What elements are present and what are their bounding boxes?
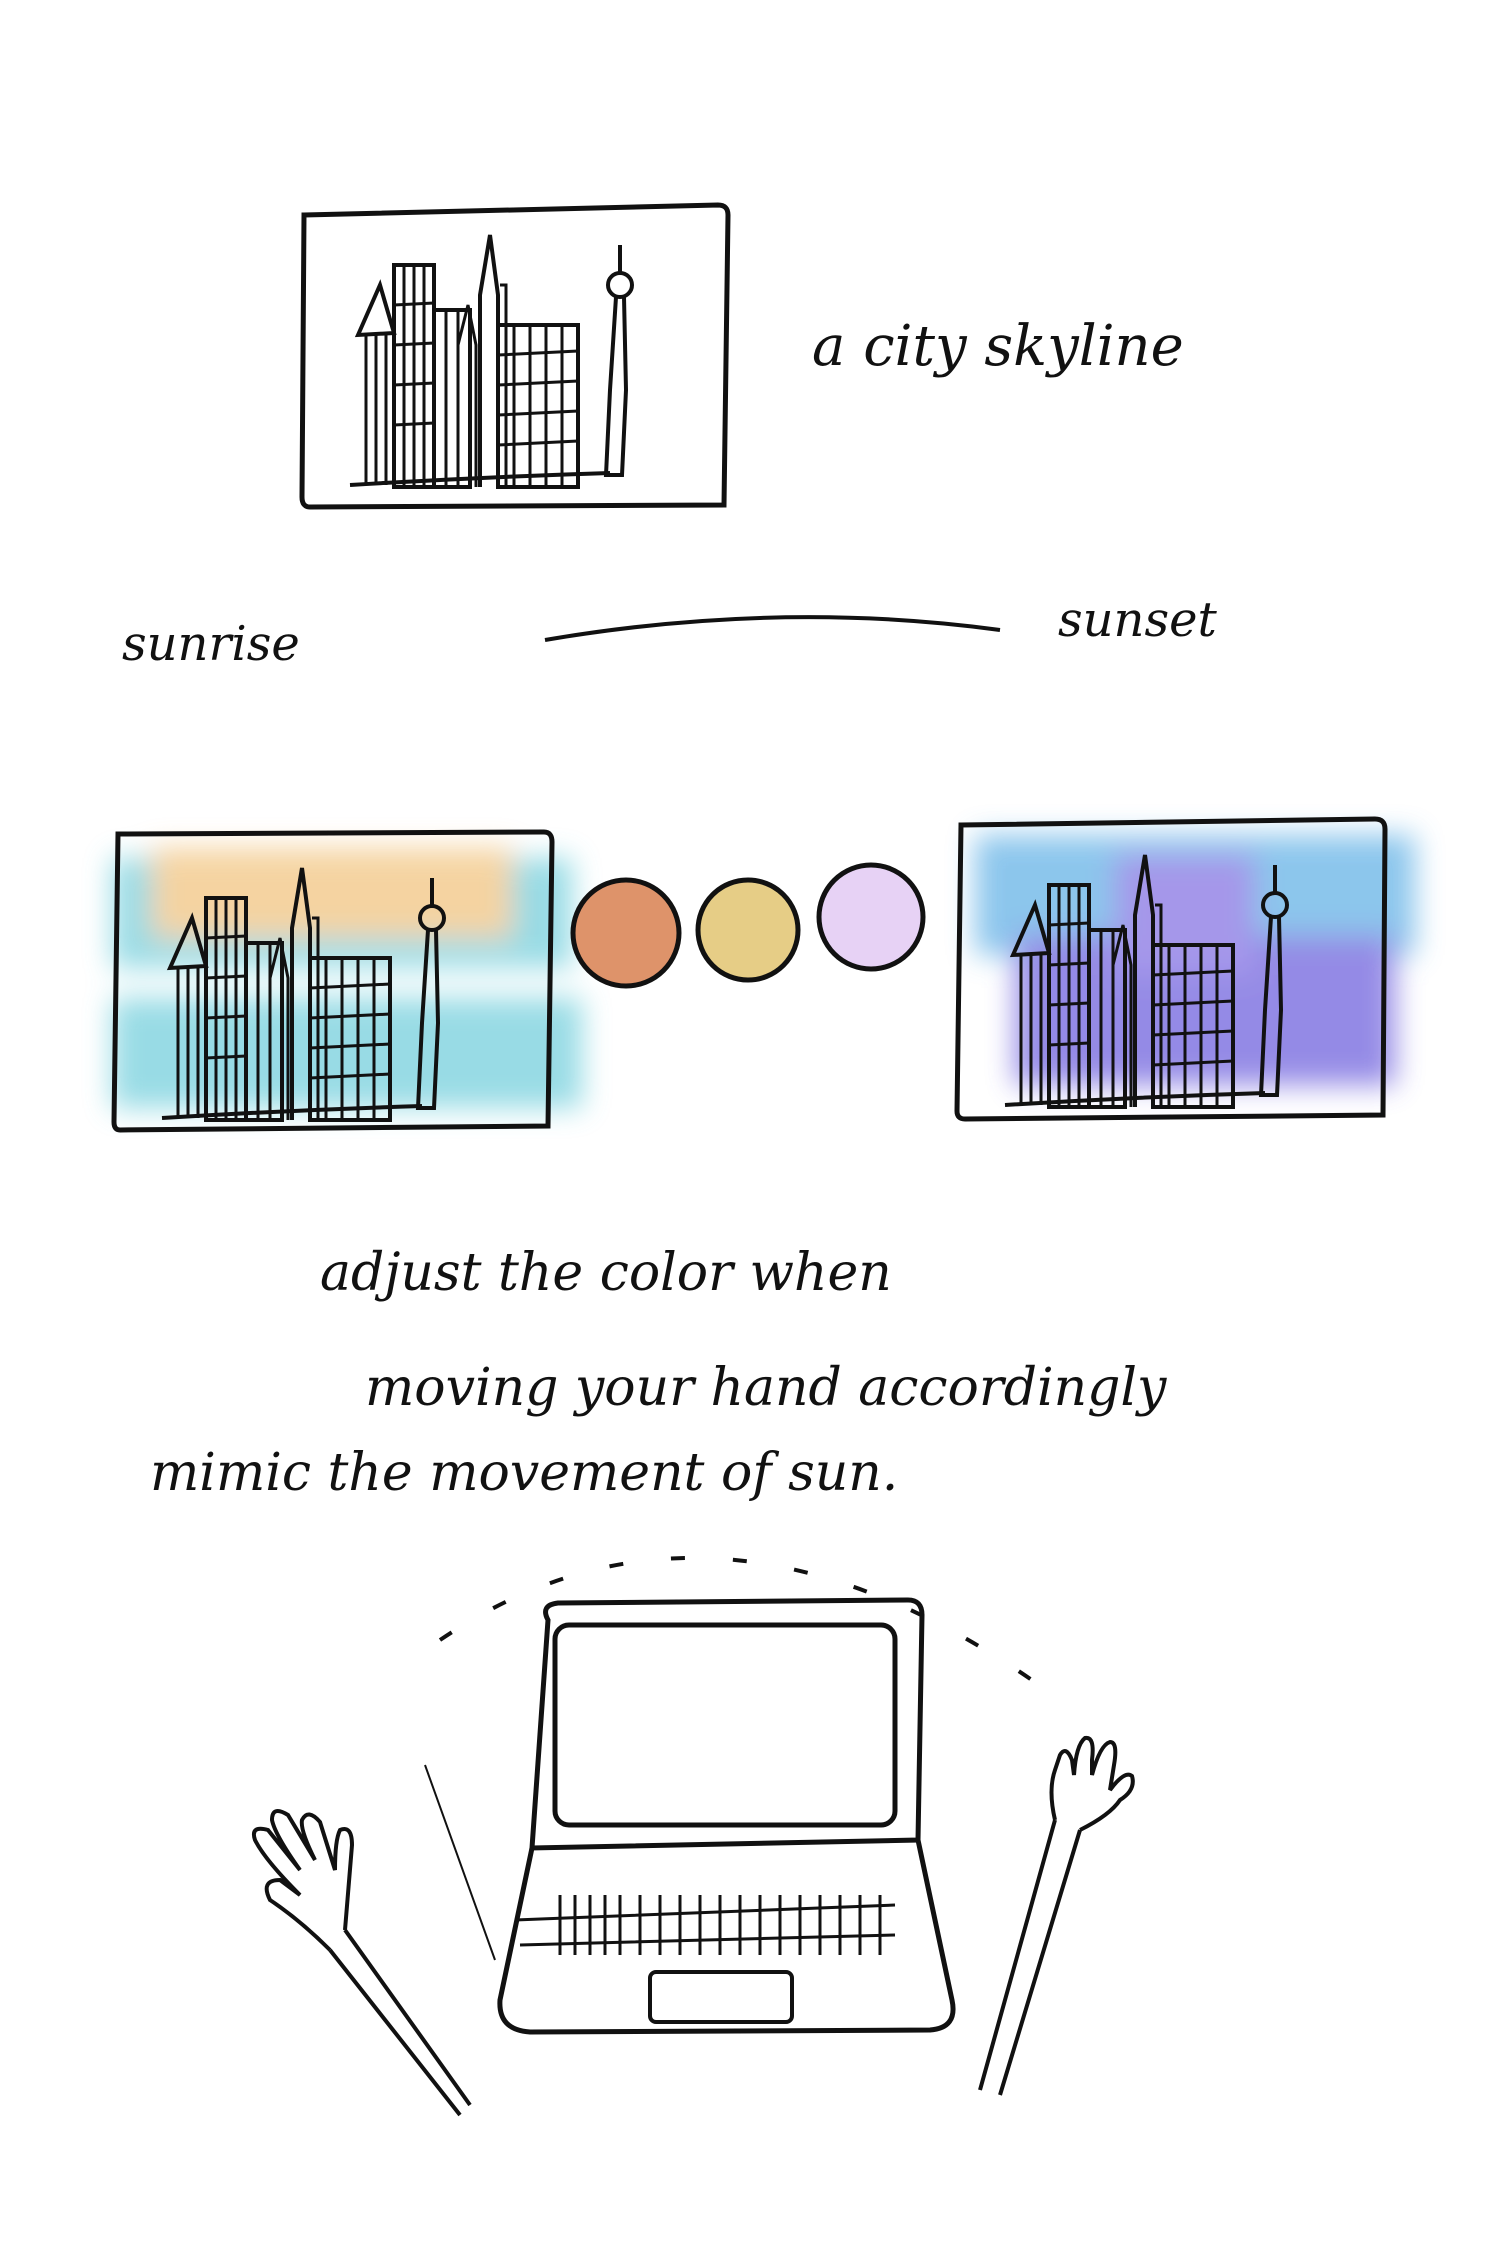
instruction-line-3: mimic the movement of sun.	[150, 1443, 898, 1503]
sunset-frame	[954, 816, 1415, 1122]
orange-swatch	[570, 877, 682, 989]
skyline-frame-top	[299, 202, 731, 510]
sunrise-frame	[111, 829, 582, 1133]
lilac-swatch	[816, 862, 926, 972]
timeline-line	[544, 615, 1001, 642]
yellow-swatch	[695, 877, 801, 983]
instruction-line-1: adjust the color when	[320, 1243, 892, 1303]
caption-city-skyline: a city skyline	[812, 314, 1184, 379]
label-sunrise: sunrise	[122, 616, 300, 672]
storyboard-canvas: a city skyline sunrise sunset adjust the…	[111, 202, 1415, 2117]
label-sunset: sunset	[1058, 592, 1218, 648]
laptop-icon	[424, 1597, 956, 2035]
right-hand-icon	[978, 1735, 1135, 2096]
instruction-line-2: moving your hand accordingly	[365, 1358, 1167, 1418]
left-hand-icon	[251, 1809, 472, 2117]
motion-arc	[438, 1556, 1062, 1702]
